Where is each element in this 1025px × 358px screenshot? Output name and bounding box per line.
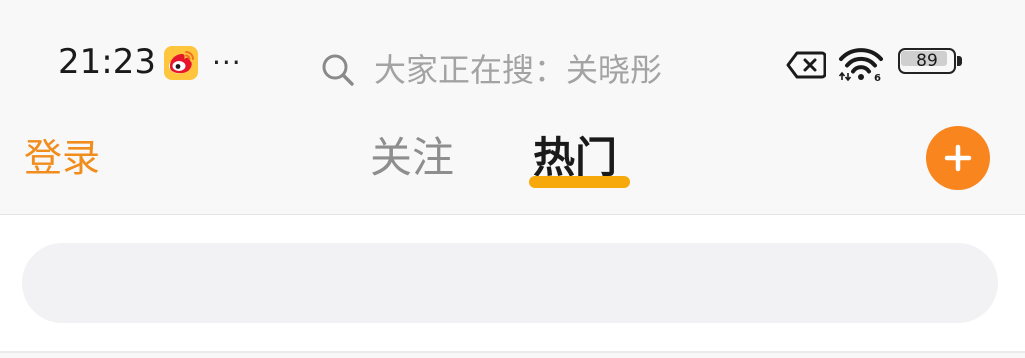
search-icon xyxy=(322,54,354,86)
active-tab-indicator xyxy=(529,176,630,188)
status-time: 21:23 xyxy=(58,42,156,82)
svg-text:6: 6 xyxy=(874,73,881,82)
search-placeholder: 大家正在搜：关晓彤 xyxy=(374,51,663,89)
weibo-home-screen: 21:23 ··· 6 89 登录 关注 热门 大家正在搜：关晓彤 xyxy=(0,0,1025,358)
tab-follow[interactable]: 关注 xyxy=(370,132,454,184)
wifi-6-icon: 6 xyxy=(838,48,883,82)
login-button[interactable]: 登录 xyxy=(24,134,100,182)
battery-indicator: 89 xyxy=(898,48,964,78)
battery-level-text: 89 xyxy=(916,51,938,71)
add-button[interactable] xyxy=(926,126,990,190)
weibo-icon xyxy=(164,46,198,80)
more-notifications-icon: ··· xyxy=(212,46,242,79)
plus-icon xyxy=(944,144,972,172)
search-bar[interactable] xyxy=(22,243,998,323)
nav-header: 登录 关注 热门 xyxy=(0,120,1025,214)
search-area xyxy=(0,215,1025,351)
no-sim-icon xyxy=(786,51,826,79)
feed-divider xyxy=(0,351,1025,353)
battery-cap xyxy=(957,56,962,66)
